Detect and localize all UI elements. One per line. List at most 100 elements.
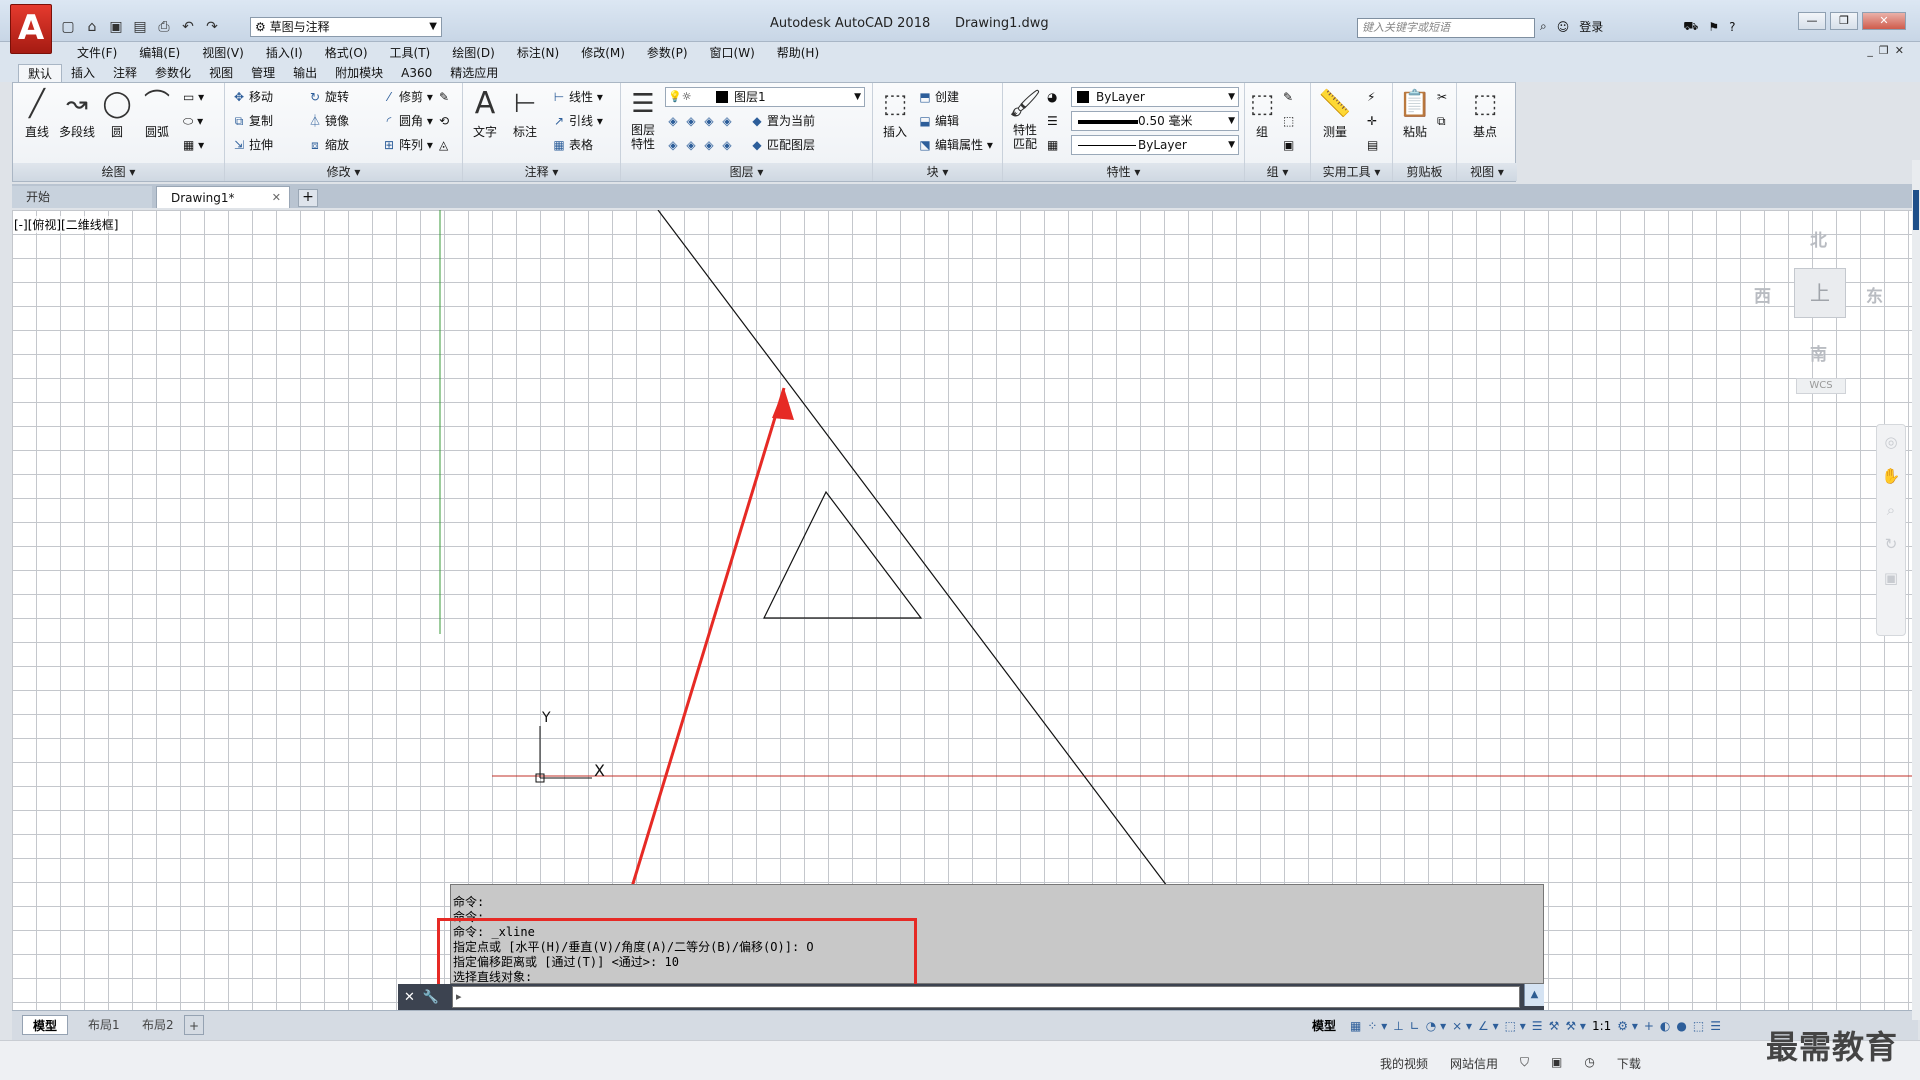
clean-screen-icon[interactable]: ⬚ [1693, 1019, 1704, 1033]
workspace-dropdown[interactable]: ⚙ 草图与注释 ▼ [250, 17, 442, 37]
tab-start[interactable]: 开始 [12, 186, 152, 208]
ortho-icon[interactable]: ∟ [1410, 1019, 1420, 1033]
wcs-menu[interactable]: WCS [1796, 378, 1846, 394]
panel-view-title[interactable]: 视图 ▾ [1457, 163, 1517, 181]
search-input[interactable]: 键入关键字或短语 [1357, 18, 1535, 38]
stretch-tool[interactable]: ⇲ 拉伸 [231, 135, 273, 155]
tab-addins[interactable]: 附加模块 [326, 64, 392, 82]
menu-insert[interactable]: 插入(I) [255, 44, 314, 61]
vertical-scrollbar[interactable] [1912, 160, 1920, 1020]
edit-attributes-tool[interactable]: ⬔ 编辑属性 ▾ [917, 135, 993, 155]
copy-tool[interactable]: ⧉ 复制 [231, 111, 273, 131]
tab-drawing1[interactable]: Drawing1* ✕ [156, 186, 290, 208]
close-tab-icon[interactable]: ✕ [272, 187, 281, 209]
color-dropdown[interactable]: ByLayer ▼ [1071, 87, 1239, 107]
hatch-icon[interactable]: ▦ ▾ [183, 135, 204, 155]
ungroup-icon[interactable]: ✎ [1283, 87, 1293, 107]
transparency-icon[interactable]: ▦ [1047, 135, 1058, 155]
osnap-icon[interactable]: ⨯ ▾ [1452, 1019, 1472, 1033]
plus-icon[interactable]: + [1644, 1019, 1654, 1033]
hardware-icon[interactable]: ● [1676, 1019, 1686, 1033]
base-view-tool[interactable]: ⬚ 基点 [1465, 87, 1505, 140]
scale-tool[interactable]: ⧈ 缩放 [307, 135, 349, 155]
viewcube-north[interactable]: 北 [1810, 226, 1827, 251]
lineweight-icon[interactable]: ☰ [1047, 111, 1058, 131]
showmotion-icon[interactable]: ▣ [1877, 561, 1905, 595]
copy-clip-icon[interactable]: ⧉ [1437, 111, 1446, 131]
tab-manage[interactable]: 管理 [242, 64, 284, 82]
orbit-icon[interactable]: ↻ [1877, 527, 1905, 561]
redo-icon[interactable]: ↷ [202, 17, 222, 37]
open-file-icon[interactable]: ⌂ [82, 17, 102, 37]
quick-select-icon[interactable]: ⚡ [1367, 87, 1375, 107]
tab-a360[interactable]: A360 [392, 64, 441, 82]
layout-tab-model[interactable]: 模型 [22, 1015, 69, 1035]
cart-icon[interactable]: ⛟ [1683, 19, 1698, 35]
group-edit-icon[interactable]: ⬚ [1283, 111, 1294, 131]
pan-icon[interactable]: ✋ [1877, 459, 1905, 493]
annotation-scale-icon[interactable]: ⚒ ▾ [1565, 1019, 1586, 1033]
scrollbar-thumb[interactable] [1913, 190, 1919, 230]
layout-tab-2[interactable]: 布局2 [132, 1015, 184, 1035]
menu-parametric[interactable]: 参数(P) [636, 44, 699, 61]
lineweight-dropdown[interactable]: 0.50 毫米 ▼ [1071, 111, 1239, 131]
wrench-icon[interactable]: 🔧 [423, 990, 439, 1005]
linear-tool[interactable]: ⊢ 线性 ▾ [551, 87, 603, 107]
image-icon[interactable]: ▣ [1551, 1055, 1562, 1072]
menu-view[interactable]: 视图(V) [191, 44, 255, 61]
panel-utilities-title[interactable]: 实用工具 ▾ [1311, 163, 1392, 181]
table-tool[interactable]: ▦ 表格 [551, 135, 593, 155]
menu-window[interactable]: 窗口(W) [699, 44, 766, 61]
menu-edit[interactable]: 编辑(E) [128, 44, 191, 61]
tab-annotate[interactable]: 注释 [104, 64, 146, 82]
tab-default[interactable]: 默认 [18, 64, 63, 82]
layer-dropdown[interactable]: 💡☼ 图层1 ▼ [665, 87, 865, 107]
color-wheel-icon[interactable]: ◕ [1047, 87, 1057, 107]
help-icon[interactable]: ? [1729, 20, 1735, 34]
layer-properties-tool[interactable]: ☰ 图层 特性 [623, 87, 663, 151]
tab-featured-apps[interactable]: 精选应用 [441, 64, 507, 82]
snap-icon[interactable]: ⁘ ▾ [1367, 1019, 1387, 1033]
infer-icon[interactable]: ⊥ [1393, 1019, 1403, 1033]
panel-modify-title[interactable]: 修改 ▾ [225, 163, 462, 181]
annotation-visibility-icon[interactable]: ⚒ [1549, 1019, 1560, 1033]
group-tool[interactable]: ⬚ 组 [1247, 87, 1277, 140]
menu-tools[interactable]: 工具(T) [379, 44, 442, 61]
panel-annotation-title[interactable]: 注释 ▾ [463, 163, 620, 181]
line-tool[interactable]: ╱ 直线 [17, 87, 57, 140]
circle-tool[interactable]: ◯ 圆 [97, 87, 137, 140]
viewcube-south[interactable]: 南 [1810, 340, 1827, 365]
login-link[interactable]: 登录 [1579, 18, 1603, 35]
panel-block-title[interactable]: 块 ▾ [873, 163, 1002, 181]
cut-icon[interactable]: ✂ [1437, 87, 1447, 107]
panel-properties-title[interactable]: 特性 ▾ [1003, 163, 1244, 181]
layer-tools-row1[interactable]: ◈ ◈ ◈ ◈ [665, 111, 737, 131]
save-as-icon[interactable]: ▤ [130, 17, 150, 37]
shield-icon[interactable]: ⛉ [1520, 1055, 1529, 1072]
ucs-dynamic-icon[interactable]: ⬚ ▾ [1505, 1019, 1526, 1033]
arc-tool[interactable]: ⌒ 圆弧 [137, 87, 177, 140]
download-link[interactable]: 下载 [1617, 1055, 1641, 1072]
save-icon[interactable]: ▣ [106, 17, 126, 37]
steering-wheel-icon[interactable]: ◎ [1877, 425, 1905, 459]
triangle[interactable] [763, 490, 923, 619]
zoom-icon[interactable]: ⌕ [1877, 493, 1905, 527]
binoculars-icon[interactable]: ⌕ [1540, 19, 1547, 34]
erase-icon[interactable]: ✎ [439, 87, 449, 107]
model-space-toggle[interactable]: 模型 [1312, 1017, 1336, 1034]
ellipse-icon[interactable]: ⬭ ▾ [183, 111, 203, 131]
undo-icon[interactable]: ↶ [178, 17, 198, 37]
menu-format[interactable]: 格式(O) [314, 44, 379, 61]
panel-clipboard-title[interactable]: 剪贴板 [1393, 163, 1456, 181]
menu-modify[interactable]: 修改(M) [570, 44, 636, 61]
clock-icon[interactable]: ◷ [1584, 1055, 1594, 1072]
viewport-controls[interactable]: [-][俯视][二维线框] [14, 216, 119, 233]
layout-tab-1[interactable]: 布局1 [78, 1015, 130, 1035]
trim-tool[interactable]: ⁄ 修剪 ▾ [381, 87, 433, 107]
text-tool[interactable]: A 文字 [465, 87, 505, 140]
tab-insert[interactable]: 插入 [62, 64, 104, 82]
menu-help[interactable]: 帮助(H) [766, 44, 830, 61]
viewcube-west[interactable]: 西 [1754, 282, 1771, 307]
command-line-grip[interactable]: ✕ 🔧 [398, 984, 450, 1010]
leader-tool[interactable]: ↗ 引线 ▾ [551, 111, 603, 131]
